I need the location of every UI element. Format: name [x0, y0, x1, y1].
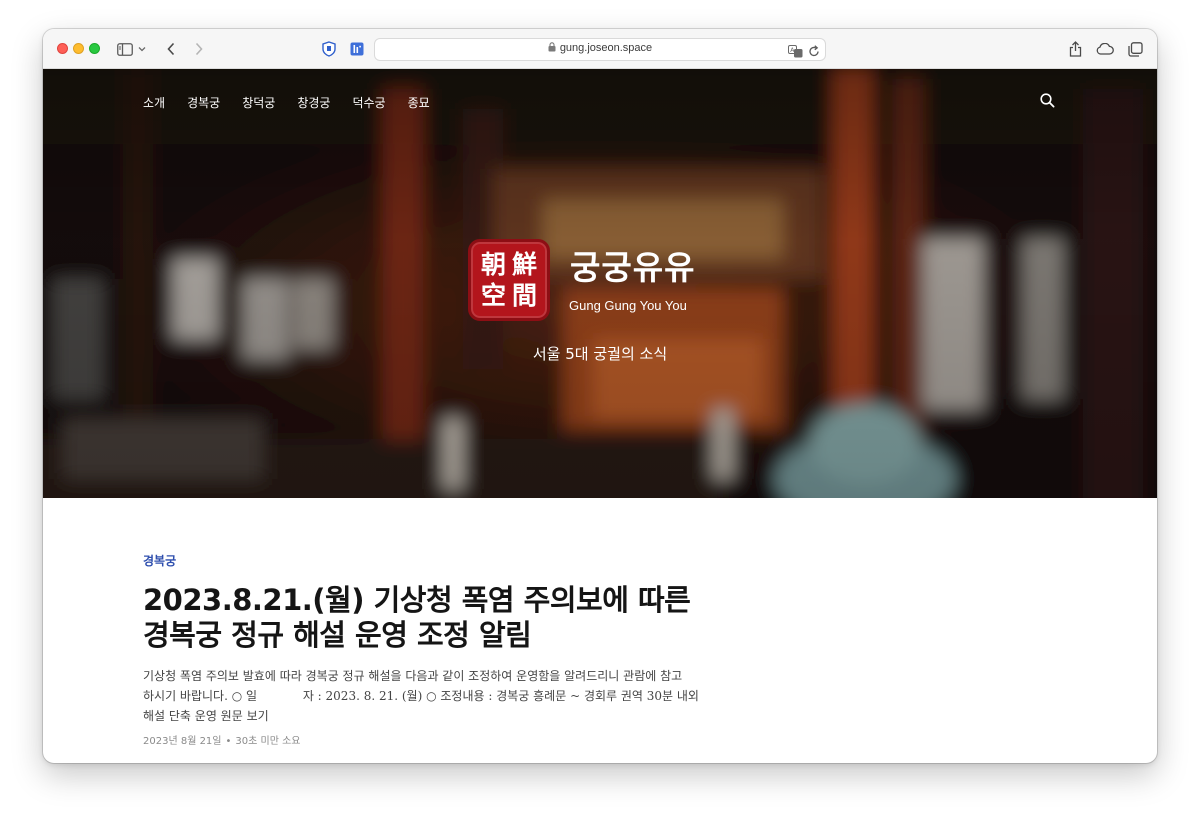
main-nav: 소개 경복궁 창덕궁 창경궁 덕수궁 종묘	[143, 94, 452, 111]
cloud-icon[interactable]	[1095, 39, 1115, 59]
site-subtitle: Gung Gung You You	[569, 298, 687, 313]
excerpt-line: 하시기 바랍니다. ○ 일 자 : 2023. 8. 21. (월) ○ 조정내…	[143, 689, 699, 703]
nav-item-gyeongbokgung[interactable]: 경복궁	[187, 94, 220, 111]
minimize-window-button[interactable]	[73, 43, 84, 54]
site-title[interactable]: 궁궁유유	[570, 241, 695, 289]
seal-char: 朝	[480, 250, 506, 279]
back-icon[interactable]	[161, 39, 181, 59]
search-icon[interactable]	[1040, 93, 1058, 111]
privacy-shield-icon[interactable]	[319, 39, 339, 59]
reload-icon[interactable]	[808, 43, 820, 62]
post-meta: 2023년 8월 21일 • 30초 미만 소요	[143, 732, 301, 747]
browser-toolbar: gung.joseon.space A	[43, 29, 1157, 69]
nav-item-deoksugung[interactable]: 덕수궁	[352, 94, 385, 111]
zoom-window-button[interactable]	[89, 43, 100, 54]
share-icon[interactable]	[1065, 39, 1085, 59]
seal-char: 空	[480, 281, 506, 310]
lock-icon	[548, 42, 556, 55]
site-tagline: 서울 5대 궁궐의 소식	[532, 345, 668, 363]
post-title[interactable]: 2023.8.21.(월) 기상청 폭염 주의보에 따른 경복궁 정규 해설 운…	[143, 583, 763, 653]
post-date: 2023년 8월 21일	[143, 736, 222, 747]
nav-item-jongmyo[interactable]: 종묘	[408, 94, 430, 111]
tabs-icon[interactable]	[1125, 39, 1145, 59]
hero-banner: 소개 경복궁 창덕궁 창경궁 덕수궁 종묘 朝 鮮 空 間 궁궁유유 Gung …	[43, 69, 1157, 498]
translate-icon[interactable]: A	[788, 43, 803, 62]
address-text: gung.joseon.space	[375, 42, 825, 55]
post-excerpt: 기상청 폭염 주의보 발효에 따라 경복궁 정규 해설을 다음과 같이 조정하여…	[143, 666, 703, 726]
forward-icon[interactable]	[189, 39, 209, 59]
excerpt-line: 기상청 폭염 주의보 발효에 따라 경복궁 정규 해설을 다음과 같이 조정하여…	[143, 669, 683, 683]
post-title-line: 2023.8.21.(월) 기상청 폭염 주의보에 따른	[143, 583, 691, 617]
sidebar-icon[interactable]	[115, 39, 135, 59]
post-title-line: 경복궁 정규 해설 운영 조정 알림	[143, 618, 532, 652]
nav-item-changdeokgung[interactable]: 창덕궁	[242, 94, 275, 111]
seal-char: 間	[511, 281, 537, 310]
seal-char: 鮮	[511, 250, 537, 279]
nav-item-changgyeonggung[interactable]: 창경궁	[297, 94, 330, 111]
close-window-button[interactable]	[57, 43, 68, 54]
site-logo-seal[interactable]: 朝 鮮 空 間	[468, 239, 550, 321]
url-label: gung.joseon.space	[559, 42, 653, 54]
post-category-link[interactable]: 경복궁	[143, 552, 176, 569]
chevron-down-icon[interactable]	[136, 39, 148, 59]
read-time: 30초 미만 소요	[235, 736, 301, 747]
address-bar[interactable]: gung.joseon.space A	[374, 38, 826, 61]
meta-separator: •	[225, 736, 232, 747]
extension-icon[interactable]	[347, 39, 367, 59]
nav-item-intro[interactable]: 소개	[143, 94, 165, 111]
excerpt-line: 해설 단축 운영 원문 보기	[143, 709, 269, 723]
browser-window: gung.joseon.space A 소개 경복궁 창덕궁 창경궁 덕수궁 종…	[43, 29, 1157, 763]
